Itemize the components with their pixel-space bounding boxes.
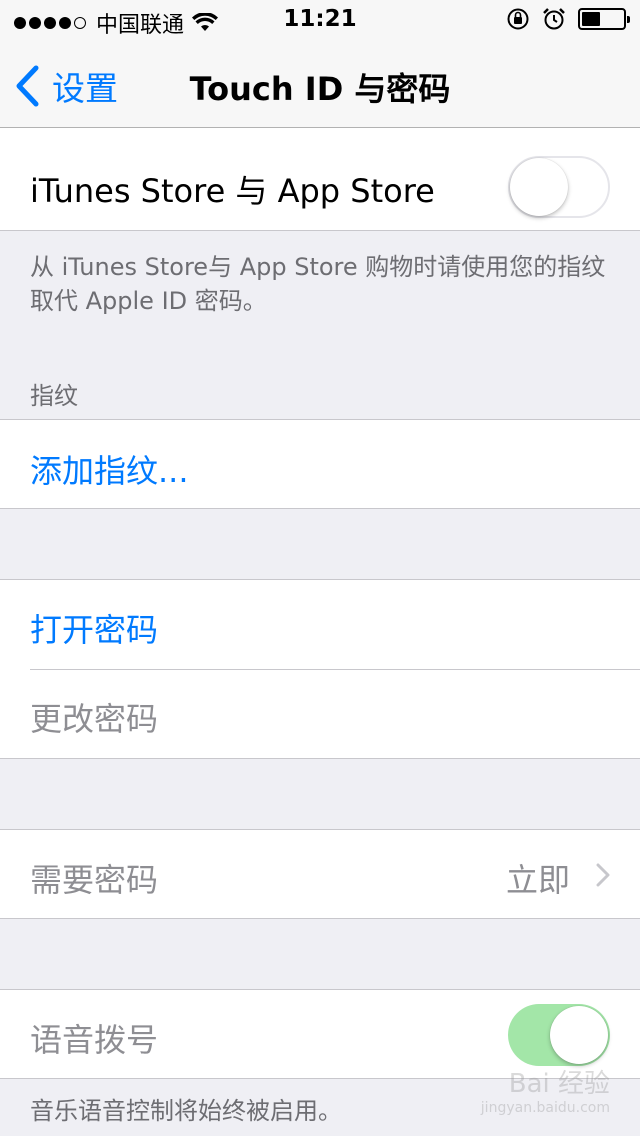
toggle-knob [510,158,568,216]
watermark-text: Bai 经验 [508,1069,610,1099]
itunes-store-toggle[interactable] [508,156,610,218]
status-bar: 中国联通 11:21 [0,0,640,40]
itunes-store-footer: 从 iTunes Store与 App Store 购物时请使用您的指纹取代 A… [30,253,606,315]
require-passcode-label: 需要密码 [30,861,159,899]
require-passcode-row[interactable]: 需要密码 立即 [0,829,640,919]
voice-dial-toggle[interactable] [508,1004,610,1066]
add-fingerprint-label: 添加指纹... [30,452,189,490]
page-title: Touch ID 与密码 [189,70,451,108]
battery-level [582,12,600,26]
watermark: Bai 经验 jingyan.baidu.com [481,1063,610,1116]
passcode-group: 打开密码 更改密码 [0,579,640,759]
change-passcode-label: 更改密码 [30,700,159,738]
watermark-sub: jingyan.baidu.com [480,1100,610,1116]
rotation-lock-icon [507,8,529,30]
screen: 中国联通 11:21 设置 Touch ID 与密码 iTunes Store … [0,0,640,1136]
alarm-icon [543,8,565,30]
voice-dial-label: 语音拨号 [30,1021,159,1059]
itunes-store-row: iTunes Store 与 App Store [0,128,640,231]
chevron-right-icon [596,863,610,887]
fingerprints-header: 指纹 [30,382,78,410]
add-fingerprint-row[interactable]: 添加指纹... [0,419,640,509]
itunes-store-label: iTunes Store 与 App Store [30,172,435,210]
turn-passcode-on-row[interactable]: 打开密码 [0,580,640,669]
toggle-knob [550,1006,608,1064]
require-passcode-value: 立即 [505,861,570,899]
change-passcode-row[interactable]: 更改密码 [0,670,640,759]
navigation-bar: 设置 Touch ID 与密码 [0,40,640,128]
battery-icon [578,8,630,30]
turn-passcode-on-label: 打开密码 [30,611,159,649]
status-right [506,7,630,31]
